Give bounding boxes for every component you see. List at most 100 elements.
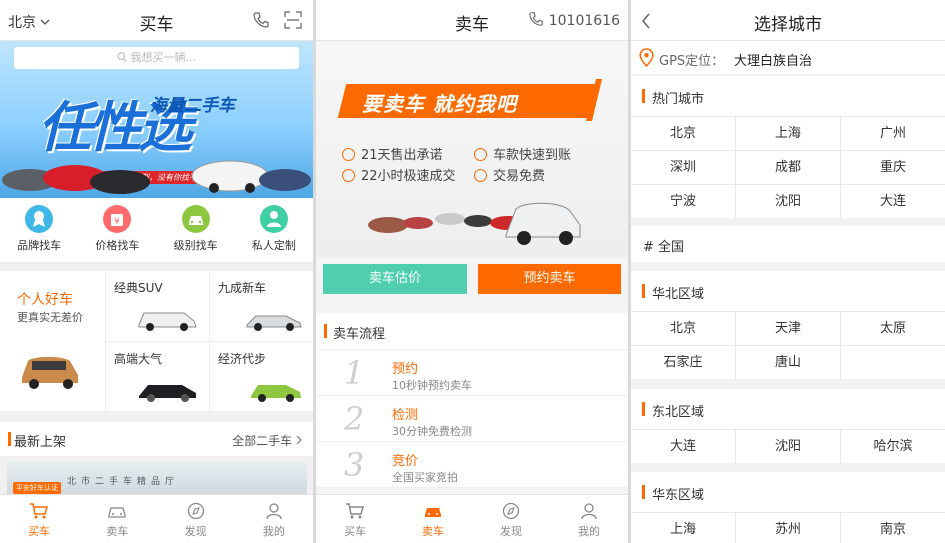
compass-icon [502, 502, 520, 520]
tab-label: 我的 [262, 525, 285, 538]
step-number: 2 [344, 400, 365, 438]
hotline-button[interactable]: 10101616 [528, 11, 620, 29]
search-icon [117, 52, 127, 62]
grid-cell-economy[interactable]: 经济代步 [209, 342, 313, 412]
section-title: 卖车流程 [333, 327, 386, 342]
phone-icon[interactable] [252, 11, 270, 29]
phone-icon [529, 12, 544, 26]
book-sell-button[interactable]: 预约卖车 [478, 264, 621, 294]
process-step: 1 预约 10秒钟预约卖车 [316, 350, 628, 396]
northeast-region-header: 东北区域 [631, 389, 945, 429]
feature-subtitle: 更真实无差价 [17, 311, 83, 324]
store-sign: 北市二手车精品厅 [67, 477, 180, 487]
feature-text: 21天售出承诺 [361, 148, 443, 163]
step-title: 预约 [392, 362, 419, 377]
check-circle-icon [474, 169, 487, 182]
category-custom[interactable]: 私人定制 [235, 198, 313, 262]
city-item[interactable]: 深圳 [631, 151, 736, 184]
step-desc: 全国买家竞拍 [392, 471, 458, 484]
car-icon [425, 508, 441, 517]
personal-car-card[interactable]: 个人好车 更真实无差价 [0, 271, 105, 412]
search-input[interactable]: 我想买一辆... [14, 47, 299, 69]
person-icon [259, 205, 288, 233]
city-item[interactable]: 沈阳 [736, 185, 841, 218]
estimate-button[interactable]: 卖车估价 [323, 264, 467, 294]
city-item[interactable]: 哈尔滨 [841, 430, 945, 463]
section-title: 华东区域 [652, 488, 705, 503]
east-region-grid: 上海 苏州 南京 [631, 512, 945, 543]
east-region-header: 华东区域 [631, 472, 945, 512]
city-item[interactable]: 成都 [736, 151, 841, 184]
grid-cell-suv[interactable]: 经典SUV [105, 271, 209, 342]
car-image [246, 315, 302, 331]
tab-sell[interactable]: 卖车 [78, 495, 156, 543]
city-row: 北京 天津 太原 [631, 311, 945, 345]
cart-icon [346, 503, 364, 519]
svg-text:¥: ¥ [115, 217, 121, 227]
process-header: 卖车流程 [316, 313, 628, 350]
section-accent-bar [642, 284, 645, 298]
city-item[interactable]: 唐山 [736, 346, 841, 379]
city-item[interactable]: 上海 [736, 117, 841, 150]
process-step: 3 竞价 全国买家竞拍 [316, 442, 628, 488]
all-cars-link[interactable]: 全部二手车 [232, 432, 303, 449]
city-row: 宁波 沈阳 大连 [631, 184, 945, 218]
grid-cell-nearly-new[interactable]: 九成新车 [209, 271, 313, 342]
nationwide-row[interactable]: # 全国 [631, 226, 945, 262]
listing-image[interactable]: 北市二手车精品厅 平安好车认证 [7, 462, 307, 494]
city-item[interactable]: 沈阳 [736, 430, 841, 463]
category-class[interactable]: 级别找车 [157, 198, 235, 262]
grid-label: 经典SUV [114, 281, 163, 295]
step-number: 1 [344, 354, 365, 392]
compass-icon [187, 502, 204, 520]
city-item[interactable]: 上海 [631, 513, 736, 543]
city-item[interactable]: 北京 [631, 312, 736, 345]
bottom-tab-bar: 买车 卖车 发现 我的 [316, 494, 628, 543]
north-region-grid: 北京 天津 太原 石家庄 唐山 [631, 311, 945, 379]
section-accent-bar [642, 402, 645, 416]
category-price[interactable]: ¥ 价格找车 [78, 198, 156, 262]
hotline-number: 10101616 [548, 13, 620, 29]
feature-text: 22小时极速成交 [361, 169, 456, 184]
car-icon [108, 507, 127, 518]
tab-profile[interactable]: 我的 [235, 495, 313, 543]
grid-cell-premium[interactable]: 高端大气 [105, 342, 209, 412]
tab-discover[interactable]: 发现 [472, 495, 550, 543]
city-item[interactable]: 广州 [841, 117, 945, 150]
tab-buy[interactable]: 买车 [0, 495, 78, 543]
city-item[interactable]: 石家庄 [631, 346, 736, 379]
city-item[interactable]: 重庆 [841, 151, 945, 184]
tab-discover[interactable]: 发现 [157, 495, 235, 543]
car-image [251, 385, 301, 402]
car-image [138, 312, 197, 331]
city-item[interactable]: 北京 [631, 117, 736, 150]
medal-icon [25, 205, 54, 233]
promo-banner[interactable]: 我想买一辆... 任性选 海量二手车 只有你想不到，没有你找不到 [0, 41, 313, 198]
city-item[interactable]: 大连 [841, 185, 945, 218]
city-item[interactable]: 天津 [736, 312, 841, 345]
scan-icon[interactable] [284, 11, 302, 29]
category-brand[interactable]: 品牌找车 [0, 198, 78, 262]
section-title: 华北区域 [652, 287, 705, 302]
section-accent-bar [324, 324, 327, 338]
car-lineup-image [368, 202, 581, 245]
tab-label: 卖车 [422, 525, 444, 538]
sell-slogan: 要卖车 就约我吧 [362, 92, 517, 116]
gps-location[interactable]: GPS定位： 大理白族自治 [631, 41, 945, 74]
sell-car-screen: 卖车 10101616 要卖车 就约我吧 21天售出承诺 车款快速到账 22小时… [316, 0, 628, 543]
step-desc: 10秒钟预约卖车 [392, 379, 472, 392]
city-item[interactable]: 大连 [631, 430, 736, 463]
tab-profile[interactable]: 我的 [550, 495, 628, 543]
step-desc: 30分钟免费检测 [392, 425, 472, 438]
city-item[interactable]: 苏州 [736, 513, 841, 543]
tab-label: 我的 [578, 525, 600, 538]
section-accent-bar [642, 485, 645, 499]
city-item[interactable]: 南京 [841, 513, 945, 543]
tab-buy[interactable]: 买车 [316, 495, 394, 543]
city-item[interactable]: 宁波 [631, 185, 736, 218]
tab-sell[interactable]: 卖车 [394, 495, 472, 543]
cart-icon [30, 503, 49, 519]
city-item[interactable]: 太原 [841, 312, 945, 345]
check-circle-icon [342, 169, 355, 182]
car-front-icon [181, 205, 210, 233]
